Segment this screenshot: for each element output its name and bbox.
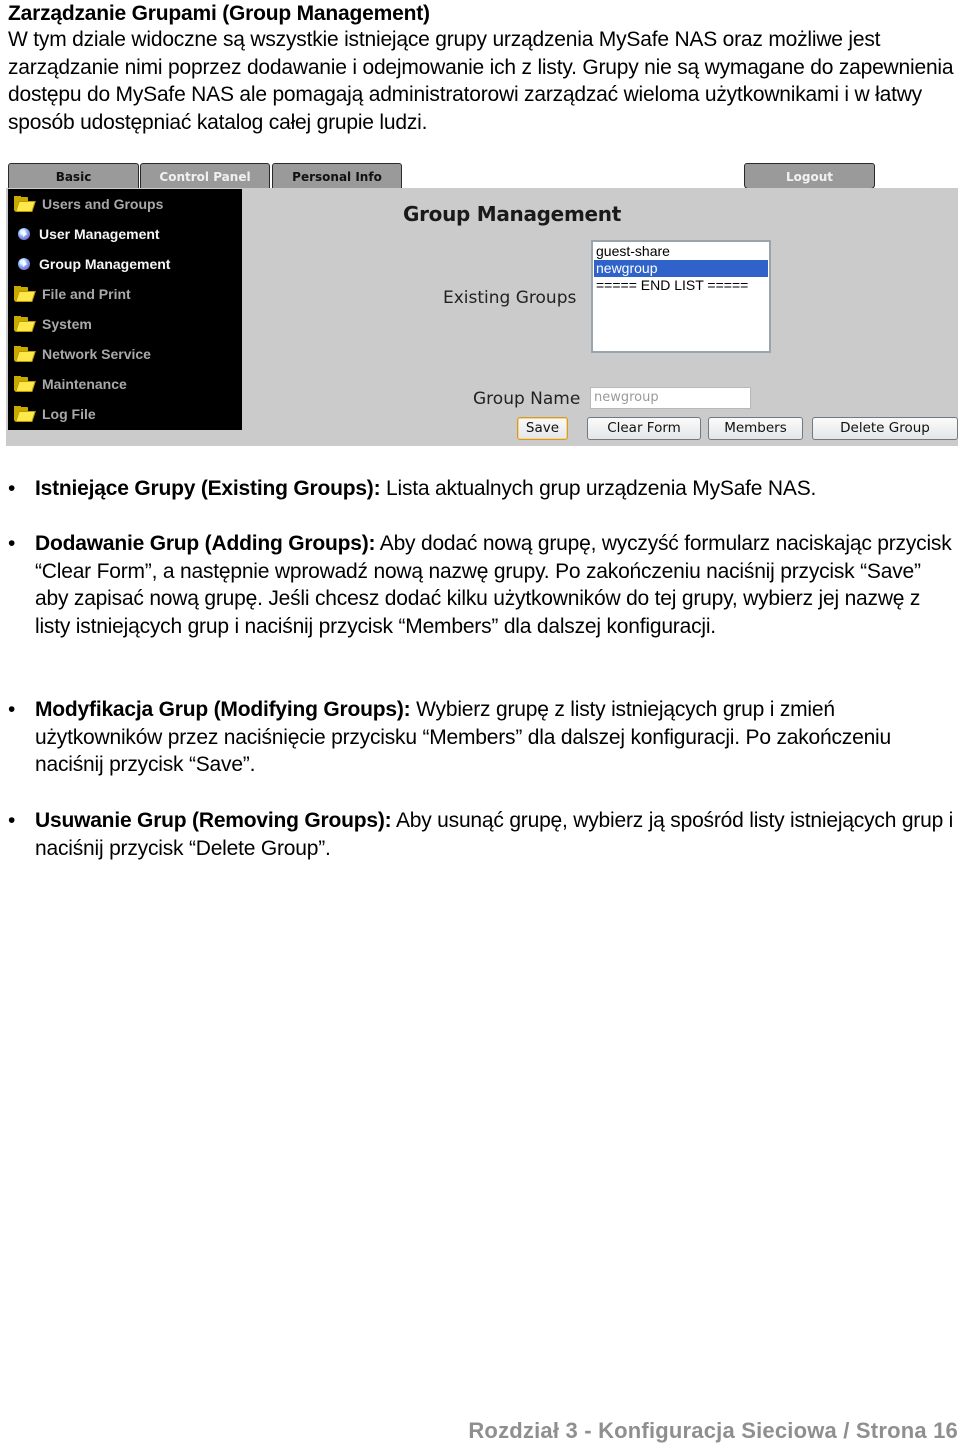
sidebar-item-label: Maintenance <box>42 376 127 392</box>
document-title: Zarządzanie Grupami (Group Management) <box>8 2 430 25</box>
sidebar-item-system[interactable]: System <box>14 311 92 337</box>
bullet-icon: • <box>8 532 16 555</box>
top-tab-bar: Basic Control Panel Personal Info Logout <box>6 162 958 190</box>
bullet-term: Usuwanie Grup (Removing Groups): <box>35 809 392 832</box>
page-bullet-icon <box>18 258 30 270</box>
sidebar-item-log-file[interactable]: Log File <box>14 401 96 427</box>
page-bullet-icon <box>18 228 30 240</box>
sidebar-item-user-management[interactable]: User Management <box>14 221 160 247</box>
sidebar-item-label: Users and Groups <box>42 196 164 212</box>
bullet-adding-groups: • Dodawanie Grup (Adding Groups): Aby do… <box>8 530 958 640</box>
delete-group-button[interactable]: Delete Group <box>812 417 958 440</box>
folder-icon <box>14 196 36 212</box>
sidebar-item-label: Log File <box>42 406 96 422</box>
sidebar-item-label: Group Management <box>39 256 171 272</box>
bullet-text: Lista aktualnych grup urządzenia MySafe … <box>380 477 817 500</box>
sidebar-item-label: User Management <box>39 226 160 242</box>
sidebar-menu: Users and Groups User Management Group M… <box>8 189 242 430</box>
group-name-input[interactable]: newgroup <box>590 387 751 409</box>
sidebar-item-users-and-groups[interactable]: Users and Groups <box>14 191 163 217</box>
group-option-selected[interactable]: newgroup <box>594 260 768 277</box>
bullet-existing-groups: • Istniejące Grupy (Existing Groups): Li… <box>8 475 958 503</box>
tab-basic[interactable]: Basic <box>8 163 139 188</box>
sidebar-item-label: Network Service <box>42 346 151 362</box>
folder-icon <box>14 286 36 302</box>
end-list-option[interactable]: ===== END LIST ===== <box>594 277 768 294</box>
clear-form-button[interactable]: Clear Form <box>587 417 701 440</box>
folder-icon <box>14 406 36 422</box>
bullet-term: Istniejące Grupy (Existing Groups): <box>35 477 381 500</box>
panel-title: Group Management <box>403 202 621 226</box>
save-button[interactable]: Save <box>517 417 568 440</box>
folder-icon <box>14 346 36 362</box>
group-option[interactable]: guest-share <box>594 243 768 260</box>
bullet-term: Dodawanie Grup (Adding Groups): <box>35 532 376 555</box>
bullet-icon: • <box>8 698 16 721</box>
sidebar-item-label: File and Print <box>42 286 131 302</box>
sidebar-item-network-service[interactable]: Network Service <box>14 341 151 367</box>
bullet-term: Modyfikacja Grup (Modifying Groups): <box>35 698 411 721</box>
existing-groups-label: Existing Groups <box>443 288 577 308</box>
bullet-icon: • <box>8 477 16 500</box>
existing-groups-listbox[interactable]: guest-share newgroup ===== END LIST ====… <box>591 240 771 353</box>
group-name-label: Group Name <box>473 389 581 409</box>
sidebar-item-label: System <box>42 316 92 332</box>
intro-paragraph: W tym dziale widoczne są wszystkie istni… <box>8 28 954 134</box>
logout-button[interactable]: Logout <box>744 163 875 189</box>
tab-control-panel[interactable]: Control Panel <box>140 163 270 188</box>
bullet-modifying-groups: • Modyfikacja Grup (Modifying Groups): W… <box>8 696 958 779</box>
members-button[interactable]: Members <box>708 417 803 440</box>
tab-personal-info[interactable]: Personal Info <box>272 163 402 188</box>
sidebar-item-maintenance[interactable]: Maintenance <box>14 371 127 397</box>
nas-screenshot: Basic Control Panel Personal Info Logout… <box>6 162 958 446</box>
page-footer: Rozdział 3 - Konfiguracja Sieciowa / Str… <box>468 1418 958 1443</box>
folder-icon <box>14 376 36 392</box>
sidebar-item-group-management[interactable]: Group Management <box>14 251 170 277</box>
folder-icon <box>14 316 36 332</box>
bullet-removing-groups: • Usuwanie Grup (Removing Groups): Aby u… <box>8 807 958 862</box>
sidebar-item-file-and-print[interactable]: File and Print <box>14 281 131 307</box>
bullet-icon: • <box>8 809 16 832</box>
